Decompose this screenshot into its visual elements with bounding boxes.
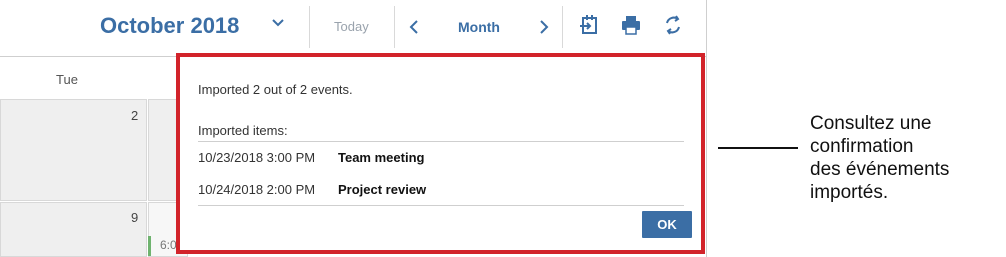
day-header-tuesday: Tue	[56, 72, 78, 87]
import-summary: Imported 2 out of 2 events.	[198, 82, 353, 97]
event-datetime: 10/23/2018 3:00 PM	[198, 150, 316, 165]
callout-line-4: importés.	[810, 182, 889, 203]
event-datetime: 10/24/2018 2:00 PM	[198, 182, 316, 197]
divider	[198, 205, 684, 206]
toolbar-divider	[309, 6, 310, 48]
list-item: 10/23/2018 3:00 PM Team meeting	[198, 150, 684, 170]
event-name: Project review	[338, 182, 427, 197]
callout-line-1: Consultez une	[810, 113, 932, 134]
callout-line-2: confirmation	[810, 136, 914, 157]
event-color-bar	[148, 236, 151, 256]
callout-text: Consultez une confirmation des événement…	[810, 112, 1000, 204]
calendar-day-cell[interactable]	[0, 99, 147, 201]
chevron-left-icon[interactable]	[408, 18, 420, 36]
calendar-toolbar: October 2018 Today Month	[0, 0, 706, 57]
callout-line	[718, 147, 798, 149]
month-title[interactable]: October 2018	[100, 13, 239, 39]
chevron-right-icon[interactable]	[538, 18, 550, 36]
calendar-day-cell[interactable]	[0, 202, 147, 257]
day-number: 2	[131, 108, 139, 123]
imported-items-label: Imported items:	[198, 123, 288, 138]
day-number: 9	[131, 210, 139, 225]
import-icon[interactable]	[578, 14, 600, 36]
divider	[198, 141, 684, 142]
list-item: 10/24/2018 2:00 PM Project review	[198, 182, 684, 202]
refresh-icon[interactable]	[662, 14, 684, 36]
view-selector[interactable]: Month	[458, 19, 500, 35]
toolbar-divider	[562, 6, 563, 48]
calendar-window: October 2018 Today Month Tue 2 9 6:0 Imp…	[0, 0, 707, 257]
import-confirmation-dialog: Imported 2 out of 2 events. Imported ite…	[176, 53, 705, 254]
today-button[interactable]: Today	[334, 19, 369, 34]
toolbar-divider	[394, 6, 395, 48]
event-name: Team meeting	[338, 150, 425, 165]
calendar-event[interactable]: 6:0	[160, 238, 177, 252]
callout-line-3: des événements	[810, 159, 950, 180]
chevron-down-icon[interactable]	[270, 14, 286, 30]
print-icon[interactable]	[620, 14, 642, 36]
ok-button[interactable]: OK	[642, 211, 692, 238]
